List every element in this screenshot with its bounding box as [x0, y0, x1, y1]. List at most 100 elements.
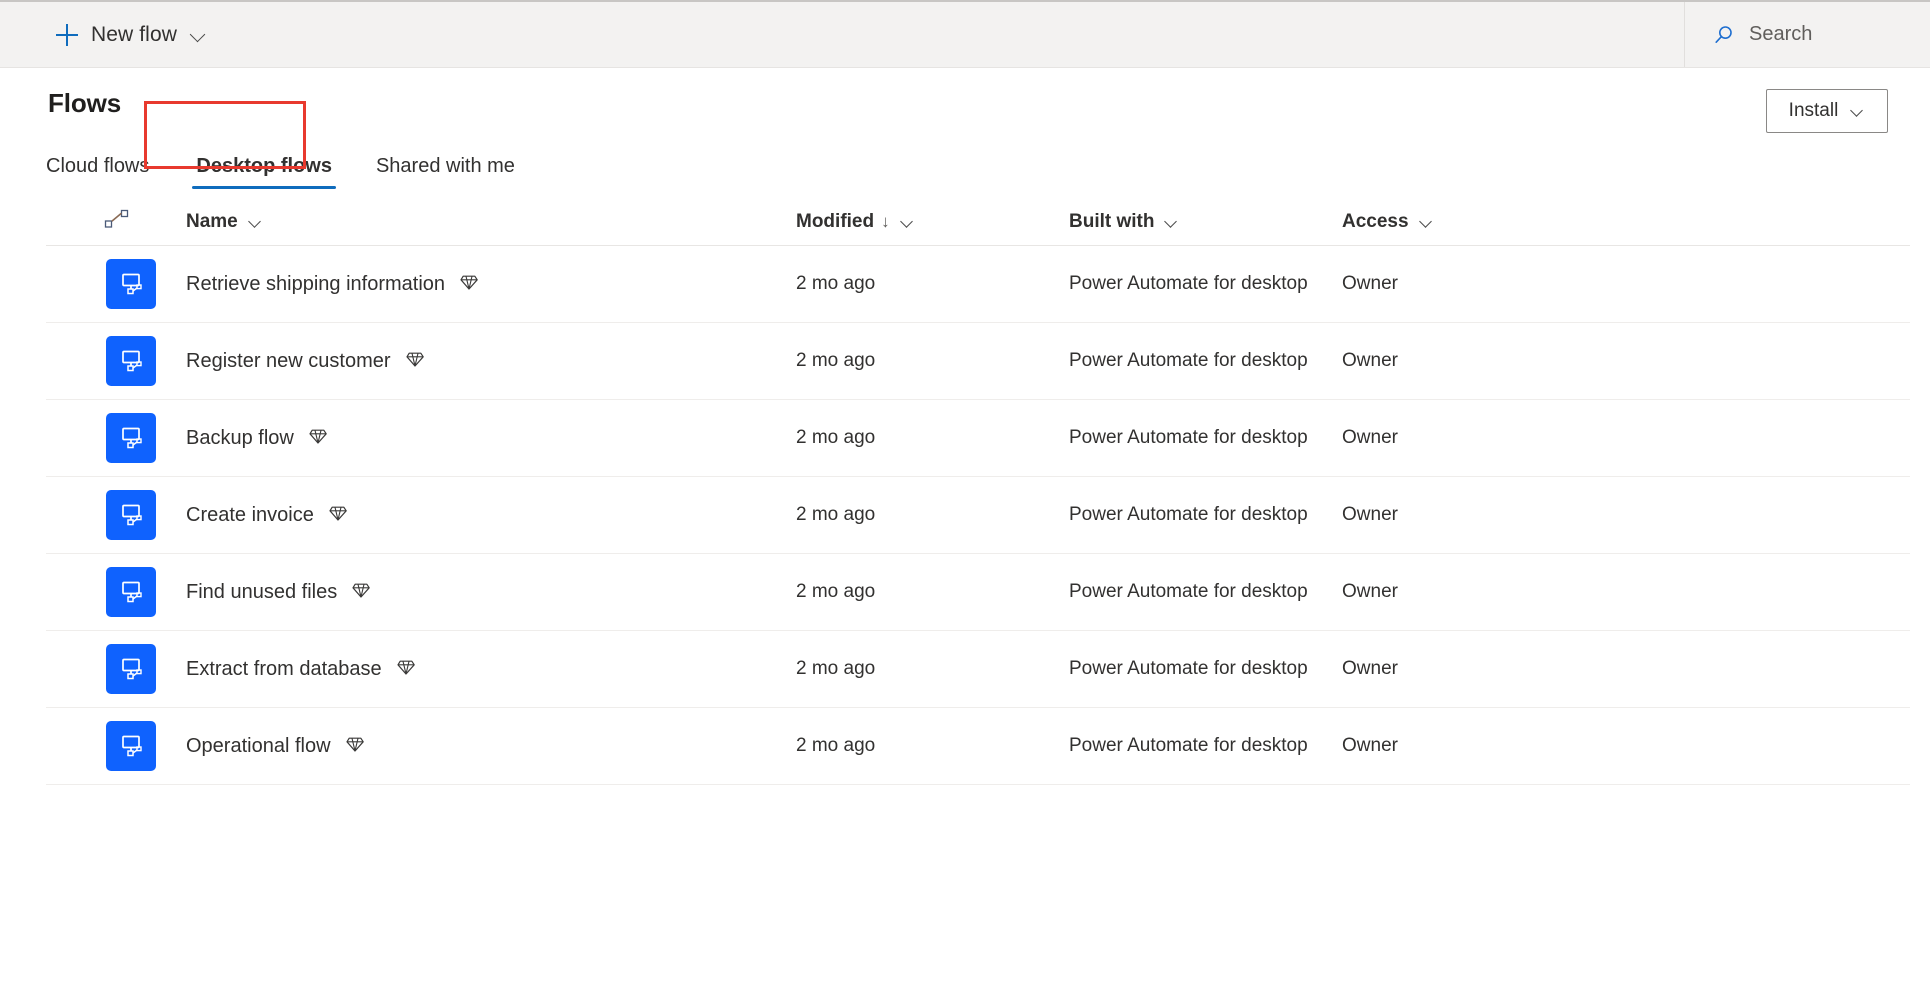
column-header-modified-button[interactable]: Modified ↓ — [796, 211, 915, 233]
flow-name-link[interactable]: Create invoice — [186, 504, 314, 527]
flows-table: Name Modified ↓ Built with Access Retrie… — [46, 202, 1910, 785]
premium-gem-icon — [405, 349, 425, 374]
access-cell: Owner — [1342, 581, 1910, 603]
modified-cell: 2 mo ago — [796, 504, 1069, 526]
built-with-value: Power Automate for desktop — [1069, 581, 1308, 602]
plus-icon — [56, 23, 78, 46]
flow-connector-icon — [104, 208, 130, 235]
built-with-value: Power Automate for desktop — [1069, 273, 1308, 294]
tab-cloud-flows[interactable]: Cloud flows — [46, 156, 174, 189]
flow-name-cell: Create invoice — [186, 503, 796, 528]
column-header-access-label: Access — [1342, 210, 1409, 232]
search-icon — [1713, 24, 1735, 46]
built-with-value: Power Automate for desktop — [1069, 350, 1308, 371]
flow-name-link[interactable]: Register new customer — [186, 350, 391, 373]
modified-value: 2 mo ago — [796, 658, 876, 679]
built-with-cell: Power Automate for desktop — [1069, 581, 1342, 603]
new-flow-button[interactable]: New flow — [48, 12, 214, 58]
flow-name-cell: Retrieve shipping information — [186, 272, 796, 297]
table-header-row: Name Modified ↓ Built with Access — [46, 202, 1910, 246]
column-header-modified[interactable]: Modified ↓ — [796, 211, 1069, 233]
access-value: Owner — [1342, 427, 1398, 448]
premium-gem-icon — [396, 657, 416, 682]
table-row[interactable]: Extract from database 2 mo ago Power Autom… — [46, 631, 1910, 708]
install-button[interactable]: Install — [1766, 89, 1888, 133]
built-with-value: Power Automate for desktop — [1069, 658, 1308, 679]
tab-desktop-flows[interactable]: Desktop flows — [174, 156, 354, 189]
desktop-flow-icon — [106, 336, 156, 386]
built-with-value: Power Automate for desktop — [1069, 735, 1308, 756]
column-header-modified-label: Modified — [796, 210, 875, 232]
column-header-name[interactable]: Name — [186, 211, 796, 233]
table-row[interactable]: Find unused files 2 mo ago Power Automate … — [46, 554, 1910, 631]
access-cell: Owner — [1342, 504, 1910, 526]
access-cell: Owner — [1342, 658, 1910, 680]
desktop-flow-icon — [106, 644, 156, 694]
flows-page: Flows Install Cloud flows Desktop flows … — [0, 68, 1930, 1000]
modified-cell: 2 mo ago — [796, 427, 1069, 449]
table-row[interactable]: Register new customer 2 mo ago Power Autom… — [46, 323, 1910, 400]
flow-name-link[interactable]: Operational flow — [186, 735, 331, 758]
built-with-cell: Power Automate for desktop — [1069, 350, 1342, 372]
table-row[interactable]: Create invoice 2 mo ago Power Automate for… — [46, 477, 1910, 554]
modified-cell: 2 mo ago — [796, 273, 1069, 295]
page-title: Flows — [48, 88, 122, 118]
access-value: Owner — [1342, 658, 1398, 679]
command-bar-right: Search — [1684, 2, 1930, 67]
access-cell: Owner — [1342, 735, 1910, 757]
flow-name-link[interactable]: Find unused files — [186, 581, 337, 604]
table-row[interactable]: Retrieve shipping information 2 mo ago Pow… — [46, 246, 1910, 323]
column-header-name-label: Name — [186, 210, 238, 232]
tab-list: Cloud flows Desktop flows Shared with me — [0, 101, 1930, 189]
premium-gem-icon — [308, 426, 328, 451]
modified-value: 2 mo ago — [796, 350, 876, 371]
access-value: Owner — [1342, 350, 1398, 371]
premium-gem-icon — [351, 580, 371, 605]
built-with-cell: Power Automate for desktop — [1069, 504, 1342, 526]
column-header-name-button[interactable]: Name — [186, 211, 263, 233]
desktop-flow-icon — [106, 259, 156, 309]
tab-shared-with-me[interactable]: Shared with me — [354, 156, 537, 189]
modified-value: 2 mo ago — [796, 735, 876, 756]
access-value: Owner — [1342, 504, 1398, 525]
table-row[interactable]: Backup flow 2 mo ago Power Automate for de… — [46, 400, 1910, 477]
access-cell: Owner — [1342, 427, 1910, 449]
flow-name-link[interactable]: Retrieve shipping information — [186, 273, 445, 296]
built-with-value: Power Automate for desktop — [1069, 504, 1308, 525]
modified-cell: 2 mo ago — [796, 350, 1069, 372]
column-header-flow-type[interactable] — [46, 208, 186, 235]
flow-name-cell: Register new customer — [186, 349, 796, 374]
flow-type-cell — [46, 490, 186, 540]
flow-name-link[interactable]: Backup flow — [186, 427, 294, 450]
chevron-down-icon — [247, 214, 263, 230]
chevron-down-icon — [1418, 214, 1434, 230]
flow-type-cell — [46, 567, 186, 617]
built-with-cell: Power Automate for desktop — [1069, 735, 1342, 757]
table-row[interactable]: Operational flow 2 mo ago Power Automate f… — [46, 708, 1910, 785]
flow-type-cell — [46, 413, 186, 463]
column-header-access[interactable]: Access — [1342, 211, 1910, 233]
column-header-built-with[interactable]: Built with — [1069, 211, 1342, 233]
access-value: Owner — [1342, 581, 1398, 602]
modified-cell: 2 mo ago — [796, 581, 1069, 603]
chevron-down-icon — [1849, 103, 1865, 119]
flow-name-link[interactable]: Extract from database — [186, 658, 382, 681]
access-cell: Owner — [1342, 350, 1910, 372]
column-header-built-with-label: Built with — [1069, 210, 1155, 232]
command-bar: New flow Search — [0, 0, 1930, 68]
search-input[interactable]: Search — [1685, 2, 1930, 67]
desktop-flow-icon — [106, 721, 156, 771]
premium-gem-icon — [459, 272, 479, 297]
flow-name-cell: Find unused files — [186, 580, 796, 605]
built-with-cell: Power Automate for desktop — [1069, 273, 1342, 295]
column-header-access-button[interactable]: Access — [1342, 211, 1434, 233]
access-cell: Owner — [1342, 273, 1910, 295]
modified-cell: 2 mo ago — [796, 735, 1069, 757]
built-with-value: Power Automate for desktop — [1069, 427, 1308, 448]
chevron-down-icon — [1163, 214, 1179, 230]
column-header-built-with-button[interactable]: Built with — [1069, 211, 1179, 233]
modified-cell: 2 mo ago — [796, 658, 1069, 680]
desktop-flow-icon — [106, 567, 156, 617]
desktop-flow-icon — [106, 490, 156, 540]
new-flow-label: New flow — [91, 22, 177, 46]
